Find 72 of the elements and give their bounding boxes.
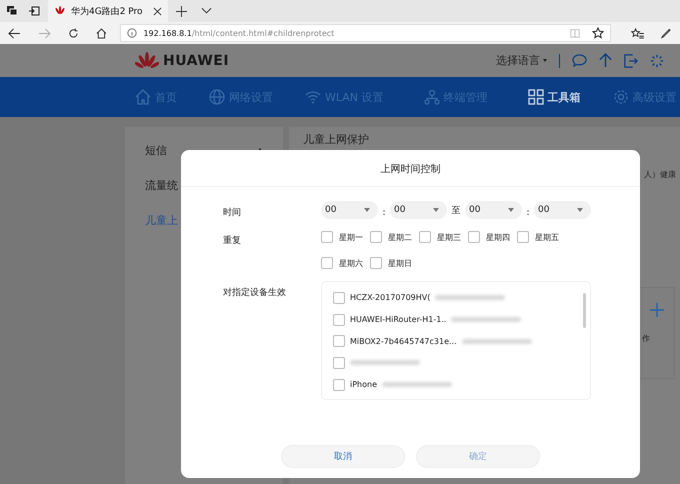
set-aside-tabs-icon[interactable] <box>28 5 40 17</box>
grid-icon <box>528 89 544 105</box>
checkbox[interactable] <box>333 335 345 348</box>
close-icon[interactable] <box>153 6 162 16</box>
checkbox[interactable] <box>321 231 333 243</box>
checkbox[interactable] <box>517 231 529 243</box>
reading-view-icon[interactable] <box>570 28 580 38</box>
back-icon[interactable] <box>8 28 21 38</box>
column-header: 作 <box>642 333 650 344</box>
scrollbar[interactable] <box>583 293 586 328</box>
checkbox[interactable] <box>333 356 345 369</box>
home-icon[interactable] <box>96 28 106 38</box>
tab-list-icon[interactable] <box>6 5 18 17</box>
dialog-button[interactable]: 取消 <box>281 445 405 468</box>
forward-icon[interactable] <box>38 28 51 38</box>
device-name: HUAWEI-HiRouter-H1-1.. <box>350 315 446 324</box>
star-icon[interactable] <box>592 27 604 39</box>
field-label: 时间 <box>223 206 242 219</box>
checkbox[interactable] <box>333 314 345 326</box>
huawei-logo-icon <box>135 52 159 70</box>
chevron-down-icon[interactable] <box>201 7 212 15</box>
settings-icon <box>612 89 629 105</box>
favorites-icon[interactable] <box>631 28 644 38</box>
browser-tab[interactable]: 华为4G路由2 Pro <box>48 0 168 22</box>
dialog-title: 上网时间控制 <box>181 150 640 187</box>
checkbox-label: 星期四 <box>486 232 510 242</box>
nav-tab[interactable]: 工具箱 <box>528 89 581 105</box>
add-icon[interactable] <box>650 303 664 317</box>
checkbox-label: 星期六 <box>339 258 363 268</box>
checkbox-label: 星期三 <box>437 232 461 242</box>
home-icon <box>135 89 151 105</box>
wifi-icon <box>305 90 321 104</box>
info-icon[interactable] <box>127 28 138 38</box>
time-select[interactable]: 00 <box>390 201 447 219</box>
checkbox-label: 星期二 <box>388 232 412 242</box>
address-field[interactable]: 192.168.8.1/html/content.html#childrenprotect <box>120 24 612 42</box>
language-select[interactable]: 选择语言 <box>496 53 540 68</box>
pen-icon[interactable] <box>661 28 671 38</box>
device-name: iPhone <box>350 380 378 390</box>
checkbox[interactable] <box>468 231 480 243</box>
range-separator: 至 <box>450 204 462 216</box>
device-name: MiBOX2-7b4645747c31e... <box>350 336 457 346</box>
colon-separator: : <box>381 207 387 218</box>
brand-name: HUAWEI <box>163 52 230 68</box>
checkbox[interactable] <box>419 231 431 243</box>
time-select[interactable]: 00 <box>465 201 522 219</box>
description-text: 人）健康 <box>644 169 676 180</box>
caret-icon[interactable] <box>543 59 547 62</box>
checkbox-label: 星期五 <box>535 232 559 242</box>
checkbox[interactable] <box>370 231 382 243</box>
upload-icon[interactable] <box>599 53 612 68</box>
colon-separator: : <box>525 207 531 218</box>
checkbox-label: 星期一 <box>339 232 363 242</box>
loading-icon <box>650 54 664 68</box>
device-name: HCZX-20170709HV( <box>350 293 430 302</box>
refresh-icon[interactable] <box>68 28 79 38</box>
message-icon[interactable] <box>572 54 587 67</box>
checkbox[interactable] <box>370 257 382 269</box>
huawei-logo-icon <box>54 6 66 16</box>
new-tab-icon[interactable] <box>176 6 187 16</box>
field-label: 重复 <box>223 234 242 248</box>
checkbox[interactable] <box>321 257 333 269</box>
field-label: 对指定设备生效 <box>223 286 287 300</box>
time-select[interactable]: 00 <box>534 201 591 219</box>
checkbox[interactable] <box>333 378 345 391</box>
section-title: 儿童上网保护 <box>303 133 369 146</box>
network-nodes-icon <box>424 89 440 105</box>
time-select[interactable]: 00 <box>321 201 378 219</box>
globe-icon <box>209 89 225 105</box>
checkbox-label: 星期日 <box>388 258 412 268</box>
checkbox[interactable] <box>333 292 345 304</box>
logout-icon[interactable] <box>624 54 638 68</box>
